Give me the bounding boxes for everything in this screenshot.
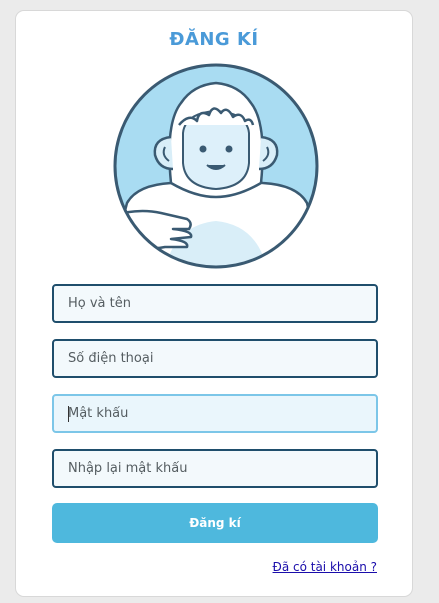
password-input[interactable] [52, 394, 378, 433]
register-button[interactable]: Đăng kí [52, 503, 378, 543]
yeti-mascot-icon [113, 63, 319, 269]
page-title: ĐĂNG KÍ [169, 29, 259, 50]
fullname-input[interactable] [52, 284, 378, 323]
text-caret [68, 406, 69, 422]
confirm-password-input[interactable] [52, 449, 378, 488]
register-card: ĐĂNG KÍ Họ và tên Số điện thoại Đăng kí … [15, 10, 413, 597]
login-link[interactable]: Đã có tài khoản ? [273, 560, 377, 574]
phone-input[interactable] [52, 339, 378, 378]
password-field-wrap [16, 394, 414, 433]
